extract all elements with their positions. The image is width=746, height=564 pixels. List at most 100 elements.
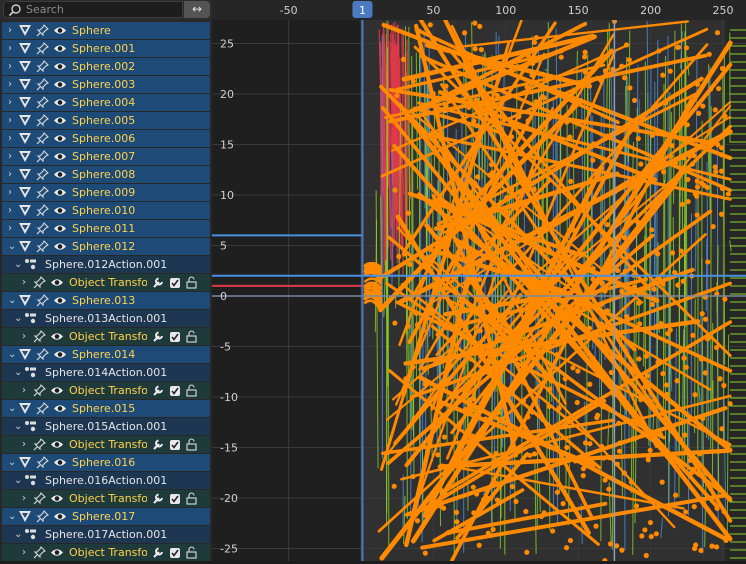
- wrench-icon[interactable]: [151, 382, 165, 399]
- chevron-right-icon[interactable]: ›: [8, 184, 16, 201]
- chevron-right-icon[interactable]: ›: [8, 76, 16, 93]
- channel-object-row[interactable]: ›Sphere.003: [2, 76, 210, 93]
- channel-object-row[interactable]: ⌄Sphere.016: [2, 454, 210, 471]
- eye-icon[interactable]: [53, 112, 67, 129]
- eye-icon[interactable]: [50, 436, 64, 453]
- chevron-right-icon[interactable]: ›: [8, 112, 16, 129]
- eye-icon[interactable]: [50, 490, 64, 507]
- channel-object-row[interactable]: ›Sphere.007: [2, 148, 210, 165]
- chevron-right-icon[interactable]: ›: [8, 148, 16, 165]
- pin-icon[interactable]: [36, 400, 50, 417]
- channel-action-row[interactable]: ⌄Sphere.014Action.001: [2, 364, 210, 381]
- pin-icon[interactable]: [36, 112, 50, 129]
- eye-icon[interactable]: [50, 544, 64, 561]
- chevron-right-icon[interactable]: ›: [22, 544, 30, 561]
- chevron-down-icon[interactable]: ⌄: [8, 454, 16, 471]
- chevron-right-icon[interactable]: ›: [8, 58, 16, 75]
- pin-icon[interactable]: [36, 202, 50, 219]
- channel-object-row[interactable]: ›Sphere.004: [2, 94, 210, 111]
- pin-icon[interactable]: [33, 544, 47, 561]
- pin-icon[interactable]: [36, 58, 50, 75]
- pin-icon[interactable]: [33, 328, 47, 345]
- channel-object-row[interactable]: ›Sphere.008: [2, 166, 210, 183]
- eye-icon[interactable]: [53, 22, 67, 39]
- channel-fcurve-row[interactable]: ›Object Transforms: [2, 544, 210, 561]
- pin-icon[interactable]: [36, 292, 50, 309]
- chevron-down-icon[interactable]: ⌄: [14, 472, 22, 489]
- pin-icon[interactable]: [36, 40, 50, 57]
- eye-icon[interactable]: [53, 292, 67, 309]
- chevron-down-icon[interactable]: ⌄: [8, 238, 16, 255]
- channel-fcurve-row[interactable]: ›Object Transforms: [2, 382, 210, 399]
- pin-icon[interactable]: [33, 436, 47, 453]
- channel-object-row[interactable]: ⌄Sphere.013: [2, 292, 210, 309]
- eye-icon[interactable]: [53, 166, 67, 183]
- pin-icon[interactable]: [36, 508, 50, 525]
- lock-icon[interactable]: [184, 274, 198, 291]
- graph-canvas[interactable]: 2520151050-5-10-15-20-25-500501001502002…: [212, 0, 746, 561]
- eye-icon[interactable]: [50, 274, 64, 291]
- chevron-right-icon[interactable]: ›: [8, 166, 16, 183]
- eye-icon[interactable]: [53, 184, 67, 201]
- eye-icon[interactable]: [53, 148, 67, 165]
- pin-icon[interactable]: [36, 346, 50, 363]
- chevron-down-icon[interactable]: ⌄: [14, 418, 22, 435]
- lock-icon[interactable]: [184, 328, 198, 345]
- wrench-icon[interactable]: [151, 490, 165, 507]
- pin-icon[interactable]: [36, 76, 50, 93]
- eye-icon[interactable]: [50, 382, 64, 399]
- chevron-right-icon[interactable]: ›: [8, 94, 16, 111]
- eye-icon[interactable]: [53, 58, 67, 75]
- chevron-down-icon[interactable]: ⌄: [14, 364, 22, 381]
- checkbox-icon[interactable]: [169, 544, 183, 561]
- wrench-icon[interactable]: [151, 328, 165, 345]
- pin-icon[interactable]: [36, 238, 50, 255]
- channel-object-row[interactable]: ⌄Sphere.014: [2, 346, 210, 363]
- pin-icon[interactable]: [36, 184, 50, 201]
- pin-icon[interactable]: [36, 94, 50, 111]
- eye-icon[interactable]: [53, 346, 67, 363]
- chevron-right-icon[interactable]: ›: [8, 22, 16, 39]
- eye-icon[interactable]: [53, 454, 67, 471]
- channel-object-row[interactable]: ›Sphere.006: [2, 130, 210, 147]
- eye-icon[interactable]: [50, 328, 64, 345]
- channel-object-row[interactable]: ›Sphere.009: [2, 184, 210, 201]
- chevron-right-icon[interactable]: ›: [8, 130, 16, 147]
- eye-icon[interactable]: [53, 238, 67, 255]
- eye-icon[interactable]: [53, 94, 67, 111]
- channel-object-row[interactable]: ›Sphere: [2, 22, 210, 39]
- checkbox-icon[interactable]: [169, 328, 183, 345]
- chevron-right-icon[interactable]: ›: [22, 382, 30, 399]
- channel-action-row[interactable]: ⌄Sphere.015Action.001: [2, 418, 210, 435]
- channel-object-row[interactable]: ›Sphere.011: [2, 220, 210, 237]
- eye-icon[interactable]: [53, 400, 67, 417]
- channel-object-row[interactable]: ›Sphere.010: [2, 202, 210, 219]
- pin-icon[interactable]: [33, 274, 47, 291]
- chevron-down-icon[interactable]: ⌄: [8, 508, 16, 525]
- wrench-icon[interactable]: [151, 274, 165, 291]
- pin-icon[interactable]: [33, 382, 47, 399]
- channel-action-row[interactable]: ⌄Sphere.016Action.001: [2, 472, 210, 489]
- wrench-icon[interactable]: [151, 544, 165, 561]
- pin-icon[interactable]: [36, 148, 50, 165]
- chevron-right-icon[interactable]: ›: [22, 328, 30, 345]
- chevron-down-icon[interactable]: ⌄: [14, 526, 22, 543]
- search-field[interactable]: [3, 1, 183, 18]
- eye-icon[interactable]: [53, 76, 67, 93]
- channel-object-row[interactable]: ⌄Sphere.017: [2, 508, 210, 525]
- checkbox-icon[interactable]: [169, 274, 183, 291]
- chevron-down-icon[interactable]: ⌄: [8, 292, 16, 309]
- chevron-down-icon[interactable]: ⌄: [8, 346, 16, 363]
- swap-button[interactable]: ↔: [184, 1, 210, 18]
- channel-object-row[interactable]: ⌄Sphere.015: [2, 400, 210, 417]
- chevron-right-icon[interactable]: ›: [8, 202, 16, 219]
- chevron-right-icon[interactable]: ›: [22, 436, 30, 453]
- channel-object-row[interactable]: ›Sphere.002: [2, 58, 210, 75]
- channel-object-row[interactable]: ⌄Sphere.012: [2, 238, 210, 255]
- pin-icon[interactable]: [36, 166, 50, 183]
- chevron-down-icon[interactable]: ⌄: [8, 400, 16, 417]
- chevron-right-icon[interactable]: ›: [22, 490, 30, 507]
- chevron-right-icon[interactable]: ›: [22, 274, 30, 291]
- pin-icon[interactable]: [36, 130, 50, 147]
- channel-action-row[interactable]: ⌄Sphere.017Action.001: [2, 526, 210, 543]
